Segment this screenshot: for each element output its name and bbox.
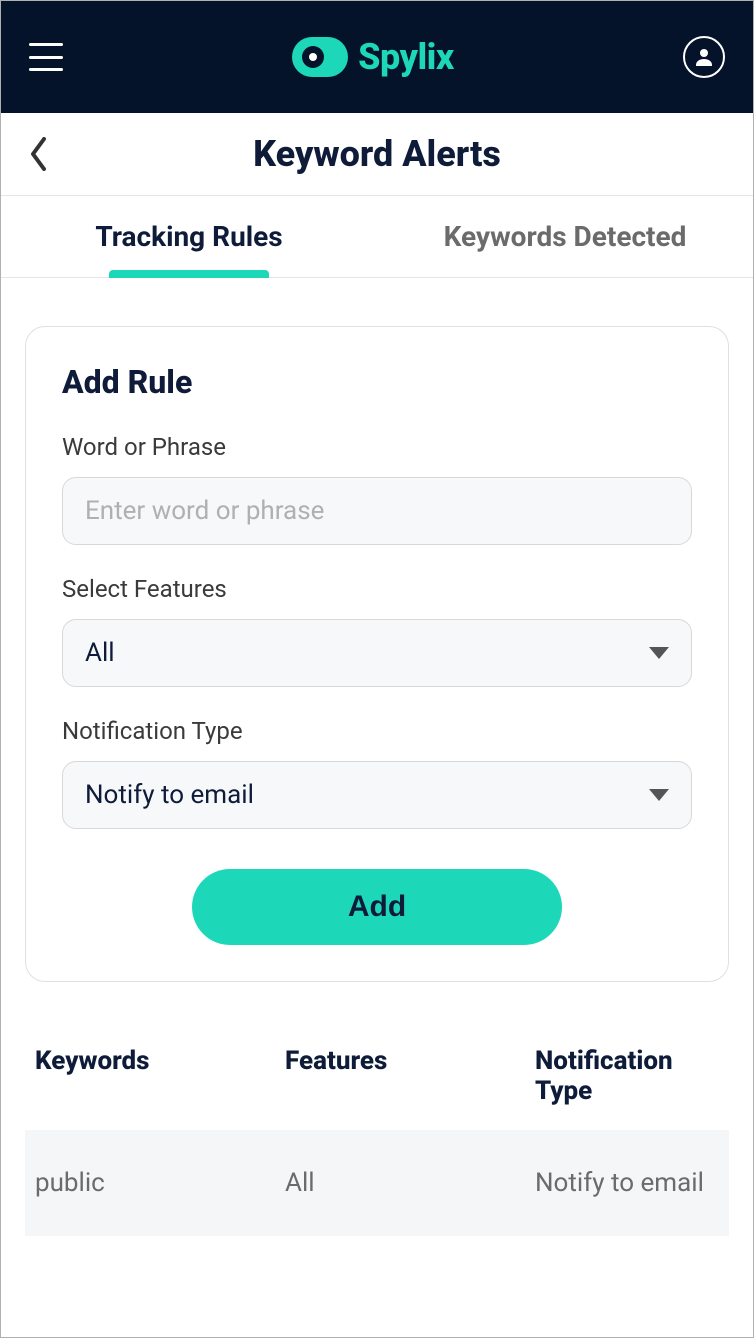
notification-type-value: Notify to email <box>85 780 254 810</box>
header-features: Features <box>285 1046 535 1106</box>
chevron-down-icon <box>649 789 669 801</box>
cell-notification-type: Notify to email <box>535 1168 719 1198</box>
tab-keywords-detected[interactable]: Keywords Detected <box>377 196 753 277</box>
select-features-label: Select Features <box>62 575 692 603</box>
table-header: Keywords Features Notification Type <box>25 1022 729 1130</box>
page-header: Keyword Alerts <box>1 113 753 196</box>
header-notification-type: Notification Type <box>535 1046 719 1106</box>
add-rule-card: Add Rule Word or Phrase Select Features … <box>25 326 729 982</box>
content: Add Rule Word or Phrase Select Features … <box>1 278 753 1236</box>
card-title: Add Rule <box>62 363 692 401</box>
brand-logo[interactable]: Spylix <box>292 36 454 78</box>
table-row: public All Notify to email <box>25 1130 729 1236</box>
word-phrase-label: Word or Phrase <box>62 433 692 461</box>
notification-type-label: Notification Type <box>62 717 692 745</box>
add-button[interactable]: Add <box>192 869 562 945</box>
tab-tracking-rules[interactable]: Tracking Rules <box>1 196 377 277</box>
word-phrase-input[interactable] <box>62 477 692 545</box>
select-features-dropdown[interactable]: All <box>62 619 692 687</box>
chevron-down-icon <box>649 647 669 659</box>
page-title: Keyword Alerts <box>253 133 501 175</box>
profile-icon[interactable] <box>683 36 725 78</box>
cell-keyword: public <box>35 1168 285 1198</box>
tabs: Tracking Rules Keywords Detected <box>1 196 753 278</box>
rules-table: Keywords Features Notification Type publ… <box>25 1022 729 1236</box>
back-icon[interactable] <box>29 137 49 171</box>
header-keywords: Keywords <box>35 1046 285 1106</box>
brand-name: Spylix <box>358 36 454 78</box>
notification-type-dropdown[interactable]: Notify to email <box>62 761 692 829</box>
form-group-notification-type: Notification Type Notify to email <box>62 717 692 829</box>
app-header: Spylix <box>1 1 753 113</box>
logo-icon <box>292 37 348 77</box>
menu-icon[interactable] <box>29 43 63 71</box>
cell-features: All <box>285 1168 535 1198</box>
select-features-value: All <box>85 638 115 668</box>
form-group-word-phrase: Word or Phrase <box>62 433 692 545</box>
form-group-select-features: Select Features All <box>62 575 692 687</box>
